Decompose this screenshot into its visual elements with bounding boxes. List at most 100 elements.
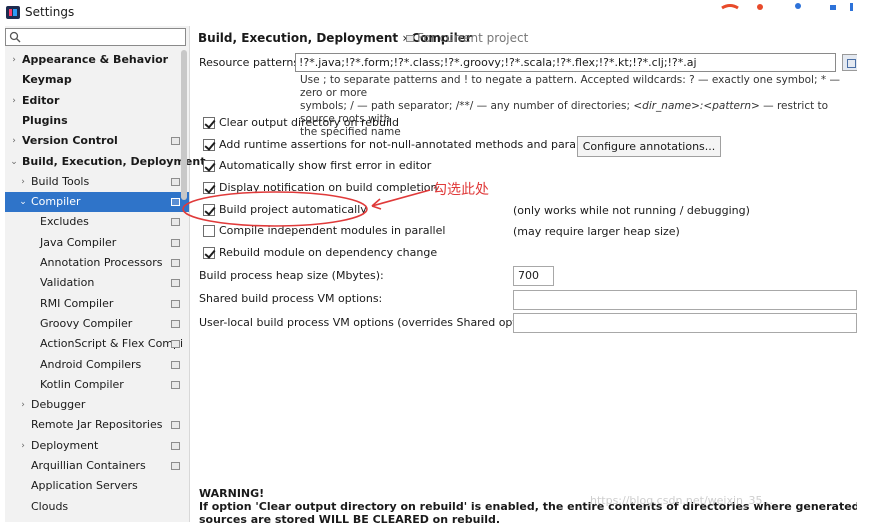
- project-scope-icon: [171, 299, 180, 308]
- watermark-text: https://blog.csdn.net/weixin_35...: [590, 494, 774, 507]
- sidebar-item-debugger[interactable]: › Debugger: [5, 395, 189, 415]
- sidebar-item-version-control[interactable]: › Version Control: [5, 131, 189, 151]
- sidebar-item-label: Excludes: [40, 215, 89, 229]
- project-scope-icon: [171, 340, 180, 349]
- checkbox[interactable]: [203, 225, 215, 237]
- sidebar-item-label: ActionScript & Flex Compi: [40, 337, 184, 351]
- sidebar-item-label: Build, Execution, Deployment: [22, 154, 206, 168]
- project-scope-icon: [171, 177, 180, 186]
- project-scope-icon: [171, 259, 180, 267]
- parallel-compile-note: (may require larger heap size): [513, 225, 680, 238]
- sidebar-item-label: Arquillian Containers: [31, 459, 146, 472]
- sidebar-item-label: Compiler: [31, 195, 81, 209]
- chevron-down-icon[interactable]: ⌄: [18, 192, 28, 212]
- sidebar-item-label: Version Control: [22, 134, 118, 148]
- project-scope-icon: [171, 319, 180, 328]
- sidebar-item-label: Plugins: [22, 113, 68, 127]
- project-scope-icon: [171, 279, 180, 288]
- option-label: Clear output directory on rebuild: [219, 116, 400, 129]
- sidebar-item-compiler[interactable]: ⌄ Compiler: [5, 192, 189, 213]
- chevron-right-icon[interactable]: ›: [9, 131, 19, 151]
- shared-vm-options-input[interactable]: [513, 290, 857, 310]
- sidebar-item-label: RMI Compiler: [40, 296, 114, 310]
- sidebar-item-clouds[interactable]: Clouds: [5, 497, 189, 517]
- sidebar-item-editor[interactable]: › Editor: [5, 91, 189, 111]
- sidebar-item-remote-jar-repositories[interactable]: Remote Jar Repositories: [5, 415, 189, 435]
- sidebar-item-deployment[interactable]: › Deployment: [5, 436, 189, 456]
- project-scope-icon: [171, 462, 180, 470]
- window-right-edge: [857, 26, 871, 522]
- chevron-right-icon[interactable]: ›: [18, 395, 28, 415]
- chevron-right-icon[interactable]: ›: [18, 436, 28, 456]
- project-scope-icon: [171, 137, 180, 146]
- configure-annotations-button[interactable]: Configure annotations...: [577, 136, 721, 157]
- sidebar-item-label: Debugger: [31, 398, 86, 412]
- warning-title: WARNING!: [199, 487, 265, 500]
- sidebar-item-plugins[interactable]: Plugins: [5, 111, 189, 131]
- option-label: Automatically show first error in editor: [219, 159, 432, 172]
- sidebar-item-annotation-processors[interactable]: Annotation Processors: [5, 253, 189, 273]
- sidebar-item-label: Validation: [40, 276, 95, 290]
- chevron-down-icon[interactable]: ⌄: [9, 152, 19, 172]
- sidebar-item-actionscript-flex-compi[interactable]: ActionScript & Flex Compi: [5, 334, 189, 354]
- checkbox[interactable]: [203, 182, 215, 194]
- heap-size-input[interactable]: 700: [513, 266, 554, 286]
- shared-vm-options-label: Shared build process VM options:: [199, 292, 383, 305]
- sidebar-item-android-compilers[interactable]: Android Compilers: [5, 355, 189, 375]
- checkbox[interactable]: [203, 139, 215, 151]
- sidebar-item-java-compiler[interactable]: Java Compiler: [5, 233, 189, 253]
- project-scope-icon: [171, 441, 180, 450]
- decorative-logo-icon: [721, 3, 853, 11]
- option-label: Display notification on build completion: [219, 181, 438, 194]
- sidebar-item-label: Appearance & Behavior: [22, 53, 169, 66]
- sidebar-item-label: Annotation Processors: [40, 256, 163, 269]
- sidebar-item-label: Build Tools: [31, 174, 90, 188]
- search-icon: [9, 31, 21, 43]
- checkbox[interactable]: [203, 160, 215, 172]
- sidebar-item-label: Keymap: [22, 73, 72, 87]
- sidebar-item-appearance-behavior[interactable]: › Appearance & Behavior: [5, 50, 189, 70]
- sidebar-item-label: Java Compiler: [40, 235, 117, 249]
- sidebar-item-keymap[interactable]: Keymap: [5, 70, 189, 90]
- chevron-right-icon[interactable]: ›: [18, 172, 28, 192]
- sidebar-item-kotlin-compiler[interactable]: Kotlin Compiler: [5, 375, 189, 395]
- sidebar-item-validation[interactable]: Validation: [5, 273, 189, 293]
- project-scope-icon: [171, 421, 180, 430]
- build-automatically-note: (only works while not running / debuggin…: [513, 204, 750, 217]
- sidebar-item-rmi-compiler[interactable]: RMI Compiler: [5, 294, 189, 314]
- project-scope-note: For current project: [406, 31, 528, 45]
- sidebar-item-excludes[interactable]: Excludes: [5, 212, 189, 232]
- breadcrumb-parent: Build, Execution, Deployment: [198, 31, 399, 45]
- project-scope-icon: [171, 380, 180, 389]
- resource-patterns-input[interactable]: !?*.java;!?*.form;!?*.class;!?*.groovy;!…: [295, 53, 836, 72]
- sidebar-item-build-execution-deployment[interactable]: ⌄ Build, Execution, Deployment: [5, 152, 205, 172]
- sidebar-item-label: Clouds: [31, 499, 69, 513]
- option-label: Build project automatically: [219, 203, 367, 216]
- expand-field-icon[interactable]: [842, 54, 858, 71]
- project-scope-icon: [171, 238, 180, 247]
- project-scope-icon: [171, 360, 180, 369]
- settings-search-input[interactable]: [5, 28, 186, 46]
- heap-size-label: Build process heap size (Mbytes):: [199, 269, 384, 282]
- checkbox[interactable]: [203, 204, 215, 216]
- chevron-right-icon[interactable]: ›: [9, 91, 19, 111]
- intellij-app-icon: [6, 6, 20, 19]
- sidebar-item-label: Kotlin Compiler: [40, 377, 124, 391]
- checkbox[interactable]: [203, 117, 215, 129]
- option-label: Rebuild module on dependency change: [219, 246, 438, 259]
- user-vm-options-label: User-local build process VM options (ove…: [199, 316, 548, 329]
- annotation-arrowhead: [371, 198, 382, 210]
- sidebar-scrollbar[interactable]: [181, 50, 187, 200]
- help-line-2a: symbols; / — path separator; /**/ — any …: [300, 100, 634, 112]
- sidebar-item-label: Deployment: [31, 438, 99, 452]
- help-line-2b: <dir_name>:<pattern>: [633, 100, 760, 112]
- sidebar-item-groovy-compiler[interactable]: Groovy Compiler: [5, 314, 189, 334]
- project-scope-icon: [406, 35, 414, 42]
- checkbox[interactable]: [203, 247, 215, 259]
- user-vm-options-input[interactable]: [513, 313, 857, 333]
- sidebar-item-label: Groovy Compiler: [40, 316, 133, 330]
- sidebar-item-build-tools[interactable]: › Build Tools: [5, 172, 189, 192]
- chevron-right-icon[interactable]: ›: [9, 50, 19, 70]
- sidebar-item-application-servers[interactable]: Application Servers: [5, 476, 189, 496]
- sidebar-item-arquillian-containers[interactable]: Arquillian Containers: [5, 456, 189, 476]
